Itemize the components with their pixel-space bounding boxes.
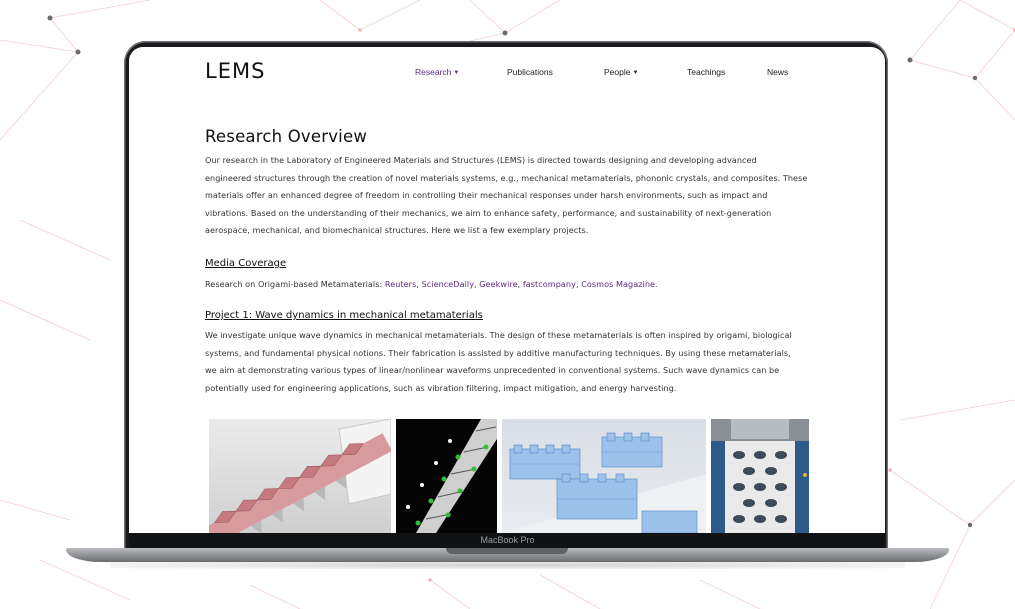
nav-research[interactable]: Research ▼ [415,67,459,77]
project1-line: systems, and fundamental physical notion… [205,347,791,358]
media-coverage-heading: Media Coverage [205,258,287,269]
device-label: MacBook Pro [480,535,535,545]
printed-lattice-test-image [711,419,809,533]
main-content: Research Overview Our research in the La… [205,127,809,393]
project1-line: potentially used for engineering applica… [205,382,677,393]
project1-line: we aim at demonstrating various types of… [205,365,780,376]
caret-down-icon: ▼ [453,70,460,76]
laptop-shadow [110,561,905,569]
overview-line: materials offer an enhanced degree of fr… [205,190,768,201]
laptop-screen: LEMS Research ▼ Publications People ▼ Teac… [129,47,885,533]
overview-line: vibrations. Based on the understanding o… [205,207,772,218]
laptop-notch [446,548,568,554]
project1-image-strip [209,419,809,533]
link-sciencedaily[interactable]: ScienceDaily [422,279,474,289]
caret-down-icon: ▼ [632,70,639,76]
kirigami-blocks-image [502,419,706,533]
nav-publications[interactable]: Publications [507,67,553,77]
metamaterial-lattice-image [396,419,497,533]
origami-helix-image [209,419,391,533]
project1-heading: Project 1: Wave dynamics in mechanical m… [205,310,483,321]
nav-people-label: People [604,67,631,77]
media-prefix: Research on Origami-based Metamaterials: [205,279,385,289]
overview-paragraph: Our research in the Laboratory of Engine… [205,152,815,240]
nav-news[interactable]: News [767,67,788,77]
link-cosmos-magazine[interactable]: Cosmos Magazine. [581,279,657,289]
page-title: Research Overview [205,127,368,146]
overview-line: Our research in the Laboratory of Engine… [205,155,757,165]
project1-paragraph: We investigate unique wave dynamics in m… [205,327,811,397]
main-nav: Research ▼ Publications People ▼ Teachings… [129,67,885,81]
nav-teachings[interactable]: Teachings [687,67,725,77]
link-reuters[interactable]: Reuters [385,279,416,289]
nav-teachings-label: Teachings [687,67,726,77]
nav-research-label: Research [415,67,452,77]
project1-line: We investigate unique wave dynamics in m… [205,330,792,340]
media-coverage-text: Research on Origami-based Metamaterials:… [205,279,658,289]
nav-publications-label: Publications [507,67,553,77]
overview-line: aerospace, mechanical, and biomechanical… [205,225,589,236]
nav-people[interactable]: People ▼ [604,67,638,77]
overview-line: engineered structures through the creati… [205,172,808,183]
nav-news-label: News [767,67,789,77]
link-geekwire[interactable]: Geekwire [479,279,517,289]
link-fastcompany[interactable]: fastcompany [523,279,576,289]
